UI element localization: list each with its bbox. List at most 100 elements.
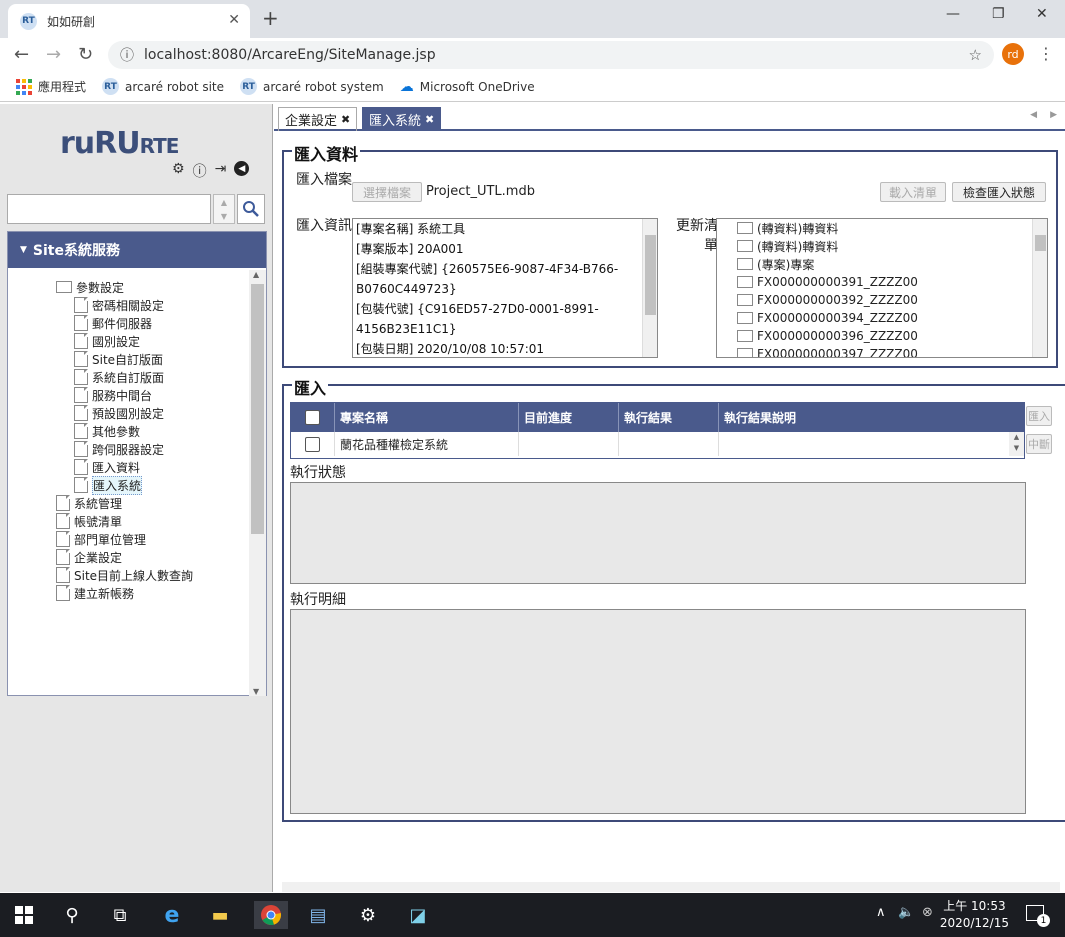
network-app-icon[interactable]: ▤ [304,901,332,929]
close-icon[interactable]: ✖ [425,113,434,126]
task-view-icon[interactable]: ⧉ [106,901,134,929]
windows-start-icon[interactable] [10,901,38,929]
minimize-button[interactable]: — [946,6,960,22]
reload-icon[interactable]: ↻ [78,44,93,65]
document-icon [74,297,88,313]
main-area: 企業設定 ✖ 匯入系統 ✖ ◀ ▶ 匯入資料 匯入檔案 選擇檔案 Project_U… [274,104,1065,892]
tree-item[interactable]: 國別設定 [74,332,140,350]
tree-item-label: 其他參數 [92,424,141,439]
bookmark-robot-system[interactable]: RT arcaré robot system [240,78,384,95]
main-hscrollbar[interactable] [282,882,1060,892]
tree-item[interactable]: 參數設定 [56,278,124,296]
notification-icon[interactable]: 1 [1026,905,1050,927]
interrupt-button[interactable]: 中斷 [1026,434,1052,454]
tab-enterprise-settings[interactable]: 企業設定 ✖ [278,107,358,131]
settings-gear-icon[interactable]: ⚙ [354,901,382,929]
new-tab-button[interactable]: + [262,6,279,30]
info-icon[interactable]: ⓘ [193,161,207,181]
info-scrollbar[interactable] [642,219,657,357]
tree-item[interactable]: 匯入資料 [74,458,140,476]
scroll-right-icon[interactable]: ▶ [1050,110,1057,120]
close-tab-icon[interactable]: ✕ [228,12,240,28]
detail-area[interactable] [290,609,1026,814]
chrome-icon[interactable] [254,901,288,929]
tree-item[interactable]: 帳號清單 [56,512,122,530]
col-header[interactable]: 專案名稱 [335,403,519,432]
update-scrollbar[interactable] [1032,219,1047,357]
tree-item[interactable]: 企業設定 [56,548,122,566]
browser-tab[interactable]: RT 如如研創 ✕ [8,4,250,38]
tree-item[interactable]: 跨伺服器設定 [74,440,164,458]
update-list-box[interactable]: (轉資料)轉資料 (轉資料)轉資料 (專案)專案 FX000000000391_ZZZ… [716,218,1048,358]
bookmark-onedrive[interactable]: ☁ Microsoft OneDrive [400,79,535,95]
update-list-item[interactable]: (轉資料)轉資料 [717,237,1047,255]
restore-button[interactable]: ❐ [992,6,1005,22]
select-file-button[interactable]: 選擇檔案 [352,182,422,202]
document-icon [74,405,88,421]
volume-muted-icon[interactable]: 🔈 [898,905,914,920]
back-icon[interactable]: ← [14,44,29,65]
col-header[interactable]: 執行結果 [619,403,719,432]
tree-scrollbar[interactable]: ▲ ▼ [249,270,266,696]
update-list-item[interactable]: FX000000000397_ZZZZ00 [717,345,1047,357]
gear-icon[interactable]: ⚙ [172,161,185,181]
menu-kebab-icon[interactable]: ⋮ [1038,44,1054,63]
document-icon [74,333,88,349]
forward-icon[interactable]: → [46,44,61,65]
collapse-left-icon[interactable]: ◀ [234,161,250,176]
load-list-button[interactable]: 載入清單 [880,182,946,202]
update-list-item[interactable]: FX000000000391_ZZZZ00 [717,273,1047,291]
close-icon[interactable]: ✖ [341,113,350,126]
update-list-item[interactable]: FX000000000394_ZZZZ00 [717,309,1047,327]
import-button[interactable]: 匯入 [1026,406,1052,426]
update-list-item[interactable]: FX000000000396_ZZZZ00 [717,327,1047,345]
tree-item[interactable]: 郵件伺服器 [74,314,152,332]
profile-avatar[interactable]: rd [1002,43,1024,65]
col-header[interactable]: 目前進度 [519,403,619,432]
tree-item[interactable]: 系統自訂版面 [74,368,164,386]
update-list-item[interactable]: (轉資料)轉資料 [717,219,1047,237]
tablet-app-icon[interactable]: ◪ [404,901,432,929]
file-explorer-icon[interactable]: ▬ [206,901,234,929]
col-header[interactable]: 執行結果說明 [719,403,1024,432]
internet-explorer-icon[interactable]: e [158,901,186,929]
tree-item[interactable]: 部門單位管理 [56,530,146,548]
search-button[interactable] [237,194,265,224]
tree-item[interactable]: Site目前上線人數查詢 [56,566,193,584]
scroll-left-icon[interactable]: ◀ [1030,110,1037,120]
tree-item[interactable]: 預設國別設定 [74,404,164,422]
tree-item[interactable]: Site自訂版面 [74,350,163,368]
logout-icon[interactable]: ⇥ [215,161,227,181]
status-area[interactable] [290,482,1026,584]
bookmark-apps[interactable]: 應用程式 [16,78,86,95]
grid-scrollbar[interactable]: ▲ ▼ [1009,432,1024,456]
bookmark-star-icon[interactable]: ☆ [969,46,982,64]
clock[interactable]: 上午 10:53 2020/12/15 [940,898,1009,932]
info-icon[interactable]: ⓘ [120,45,134,65]
address-bar[interactable]: ⓘ localhost:8080/ArcareEng/SiteManage.js… [108,41,994,69]
row-checkbox[interactable] [305,436,320,452]
close-window-button[interactable]: ✕ [1036,6,1048,22]
row-note [719,432,1009,456]
search-input[interactable] [7,194,211,224]
chevron-up-icon[interactable]: ∧ [876,905,886,920]
select-all-checkbox[interactable] [305,410,320,425]
check-import-status-button[interactable]: 檢查匯入狀態 [952,182,1046,202]
search-spinner[interactable]: ▲ ▼ [213,194,235,224]
file-name: Project_UTL.mdb [426,184,535,199]
import-info-box[interactable]: [專案名稱] 系統工具 [專案版本] 20A001 [組裝專案代號] {260575… [352,218,658,358]
tree-item[interactable]: 匯入系統 [74,475,143,495]
network-error-icon[interactable]: ⊗ [922,905,933,920]
table-row[interactable]: 蘭花品種權檢定系統 ▲ ▼ [291,432,1024,456]
search-icon[interactable]: ⚲ [58,901,86,929]
service-panel-header[interactable]: ▼ Site系統服務 [8,232,266,268]
tree-item[interactable]: 其他參數 [74,422,140,440]
tree-item[interactable]: 建立新帳務 [56,584,134,602]
update-list-item[interactable]: FX000000000392_ZZZZ00 [717,291,1047,309]
tree-item[interactable]: 系統管理 [56,494,122,512]
tab-import-system[interactable]: 匯入系統 ✖ [362,107,442,131]
bookmark-robot-site[interactable]: RT arcaré robot site [102,78,224,95]
update-list-item[interactable]: (專案)專案 [717,255,1047,273]
tree-item[interactable]: 密碼相關設定 [74,296,164,314]
tree-item[interactable]: 服務中間台 [74,386,152,404]
